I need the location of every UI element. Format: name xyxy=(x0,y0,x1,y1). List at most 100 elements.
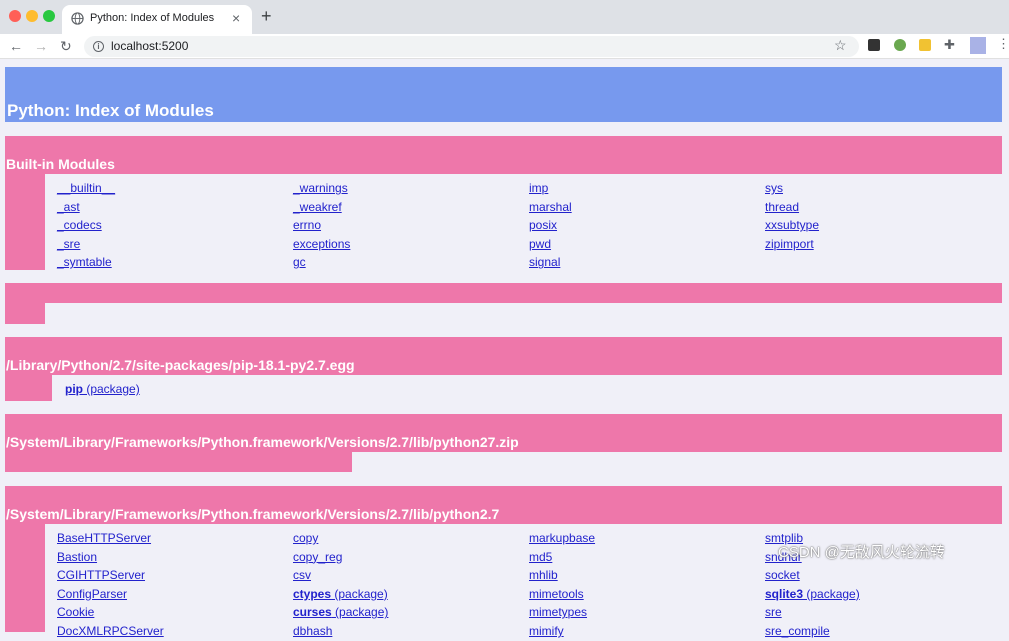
tab-close-icon[interactable]: × xyxy=(232,9,240,27)
reload-icon[interactable]: ↻ xyxy=(60,36,72,56)
info-icon[interactable]: i xyxy=(93,41,104,52)
extension-1-icon[interactable] xyxy=(868,39,880,51)
module-link[interactable]: __builtin__ xyxy=(57,181,115,195)
module-link[interactable]: ctypes (package) xyxy=(293,587,388,601)
address-bar[interactable]: i localhost:5200 ☆ xyxy=(84,36,859,57)
section-sidebar xyxy=(5,524,45,632)
module-link[interactable]: copy_reg xyxy=(293,550,342,564)
module-name: dbhash xyxy=(293,623,333,638)
module-link[interactable]: curses (package) xyxy=(293,605,388,619)
section-title: /Library/Python/2.7/site-packages/pip-18… xyxy=(6,357,355,373)
module-link[interactable]: copy xyxy=(293,531,318,545)
module-name: markupbase xyxy=(529,531,596,545)
module-column: _warnings _weakreferrno exceptions gc xyxy=(293,179,529,272)
module-link[interactable]: md5 xyxy=(529,550,552,564)
forward-arrow-icon[interactable]: → xyxy=(34,36,48,56)
window-minimize-button[interactable] xyxy=(26,10,38,22)
module-link[interactable]: csv xyxy=(293,568,311,582)
watermark: CSDN @无敌风火轮流转 xyxy=(778,544,945,561)
module-name: mimify xyxy=(529,623,564,638)
url-text[interactable]: localhost:5200 xyxy=(111,39,188,53)
module-name: ConfigParser xyxy=(57,586,128,601)
module-link[interactable]: posix xyxy=(529,218,557,232)
section-header-empty xyxy=(5,283,1002,303)
module-link[interactable]: sys xyxy=(765,181,783,195)
module-name: BaseHTTPServer xyxy=(57,531,152,545)
section-header-python27-zip: /System/Library/Frameworks/Python.framew… xyxy=(5,414,1002,452)
module-name: sre xyxy=(765,605,782,620)
module-column: __builtin__ _ast _codecs _sre _symtable xyxy=(57,179,293,272)
window-maximize-button[interactable] xyxy=(43,10,55,22)
module-link[interactable]: BaseHTTPServer xyxy=(57,531,151,545)
module-link[interactable]: _sre xyxy=(57,237,80,251)
section-sidebar xyxy=(5,303,45,324)
module-link[interactable]: exceptions xyxy=(293,237,350,251)
module-link[interactable]: pwd xyxy=(529,237,551,251)
module-link[interactable]: ConfigParser xyxy=(57,587,127,601)
module-name: DocXMLRPCServer xyxy=(57,623,164,638)
module-link[interactable]: dbhash xyxy=(293,624,332,638)
module-link[interactable]: signal xyxy=(529,255,560,269)
module-link[interactable]: Bastion xyxy=(57,550,97,564)
package-suffix: (package) xyxy=(83,382,140,396)
module-name: pip xyxy=(65,382,83,396)
module-link[interactable]: CGIHTTPServer xyxy=(57,568,145,582)
module-name: socket xyxy=(765,568,800,583)
module-name: csv xyxy=(293,568,311,583)
section-sidebar xyxy=(5,375,52,401)
kebab-menu-icon[interactable]: ⋮ xyxy=(997,36,1009,52)
module-column: imp marshal posix pwd signal xyxy=(529,179,765,272)
module-link[interactable]: mimetools xyxy=(529,587,584,601)
module-link[interactable]: mhlib xyxy=(529,568,558,582)
package-suffix: (package) xyxy=(803,586,860,601)
module-link[interactable]: imp xyxy=(529,181,548,195)
module-link[interactable]: errno xyxy=(293,218,321,232)
module-link[interactable]: marshal xyxy=(529,200,572,214)
module-link[interactable]: _codecs xyxy=(57,218,102,232)
section-title: /System/Library/Frameworks/Python.framew… xyxy=(6,434,519,450)
module-name: copy xyxy=(293,531,319,545)
module-name: ctypes xyxy=(293,586,332,601)
extension-3-icon[interactable] xyxy=(919,39,931,51)
tab-title: Python: Index of Modules xyxy=(90,12,215,24)
back-arrow-icon[interactable]: ← xyxy=(9,36,23,56)
module-column: BaseHTTPServer Bastion CGIHTTPServer Config… xyxy=(57,529,293,641)
module-link[interactable]: gc xyxy=(293,255,306,269)
module-link[interactable]: _symtable xyxy=(57,255,112,269)
new-tab-button[interactable]: + xyxy=(261,6,272,26)
module-link[interactable]: markupbase xyxy=(529,531,595,545)
module-link[interactable]: thread xyxy=(765,200,799,214)
package-suffix: (package) xyxy=(331,605,389,620)
section-sidebar xyxy=(5,452,352,472)
module-name: Bastion xyxy=(57,549,98,564)
module-link[interactable]: _warnings xyxy=(293,181,348,195)
module-link[interactable]: pip (package) xyxy=(65,382,140,396)
module-link[interactable]: sre xyxy=(765,605,782,619)
module-link[interactable]: mimify xyxy=(529,624,564,638)
page-title: Python: Index of Modules xyxy=(7,101,214,120)
browser-tab[interactable]: Python: Index of Modules × xyxy=(62,5,252,34)
module-link[interactable]: sre_compile xyxy=(765,624,830,638)
browser-toolbar: ← → ↻ i localhost:5200 ☆ ✚ ⋮ xyxy=(0,34,1009,59)
module-link[interactable]: socket xyxy=(765,568,800,582)
section-title: /System/Library/Frameworks/Python.framew… xyxy=(6,506,500,522)
module-name: md5 xyxy=(529,549,553,564)
module-link[interactable]: zipimport xyxy=(765,237,814,251)
module-link[interactable]: mimetypes xyxy=(529,605,587,619)
page-heading-bar: Python: Index of Modules xyxy=(5,67,1002,122)
star-icon[interactable]: ☆ xyxy=(834,37,847,54)
module-link[interactable]: xxsubtype xyxy=(765,218,819,232)
module-name: CGIHTTPServer xyxy=(57,568,146,583)
module-name: Cookie xyxy=(57,605,95,620)
module-link[interactable]: sqlite3 (package) xyxy=(765,587,860,601)
module-link[interactable]: DocXMLRPCServer xyxy=(57,624,164,638)
module-name: sre_compile xyxy=(765,623,830,638)
globe-icon xyxy=(71,12,84,25)
module-link[interactable]: _weakref xyxy=(293,200,342,214)
module-link[interactable]: _ast xyxy=(57,200,80,214)
puzzle-icon[interactable]: ✚ xyxy=(944,38,956,51)
profile-avatar[interactable] xyxy=(970,37,986,54)
extension-2-icon[interactable] xyxy=(894,39,906,51)
window-close-button[interactable] xyxy=(9,10,21,22)
module-link[interactable]: Cookie xyxy=(57,605,94,619)
